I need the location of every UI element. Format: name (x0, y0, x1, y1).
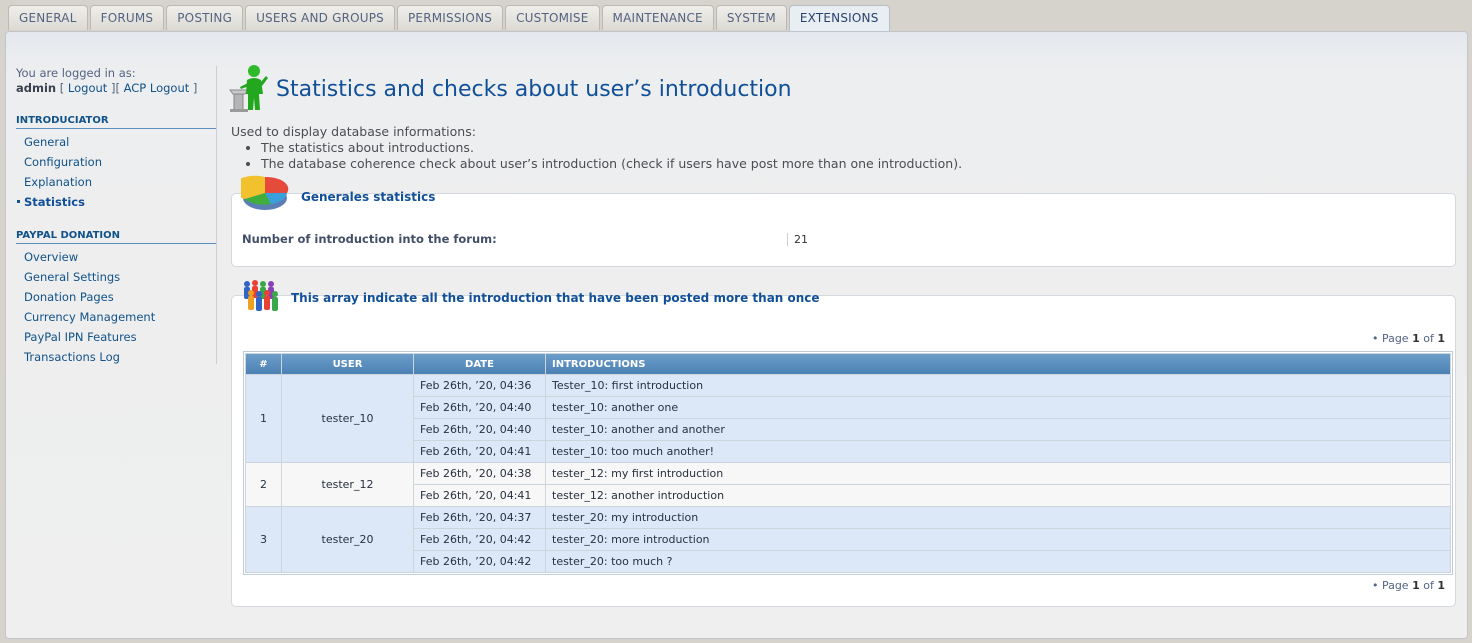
description-item: The statistics about introductions. (261, 140, 1456, 156)
intro-count-label: Number of introduction into the forum: (242, 232, 497, 246)
sidebar-item-overview[interactable]: Overview (16, 247, 216, 267)
tab-users-and-groups[interactable]: USERS AND GROUPS (245, 5, 395, 30)
sidebar-item-configuration[interactable]: Configuration (16, 152, 216, 172)
sidebar-item-explanation[interactable]: Explanation (16, 172, 216, 192)
row-intro: tester_10: too much another! (546, 441, 1450, 462)
menu-section-paypal-donation: PAYPAL DONATION (16, 228, 216, 244)
logout-link[interactable]: Logout (68, 81, 107, 95)
pagination-total: 1 (1437, 332, 1445, 345)
intro-count-value: 21 (787, 232, 808, 246)
table-row: Feb 26th, ’20, 04:42 tester_20: more int… (246, 529, 1450, 550)
intro-count-row: Number of introduction into the forum: 2… (242, 232, 808, 246)
sidebar-item-donation-pages[interactable]: Donation Pages (16, 287, 216, 307)
row-user: tester_10 (282, 375, 413, 462)
sidebar-item-general[interactable]: General (16, 132, 216, 152)
row-user: tester_12 (282, 463, 413, 506)
general-stats-title: Generales statistics (301, 189, 436, 204)
tab-posting[interactable]: POSTING (166, 5, 244, 30)
pie-chart-icon (232, 173, 291, 216)
users-group-icon (241, 278, 281, 317)
page-title: Statistics and checks about user’s intro… (276, 76, 792, 102)
tab-general[interactable]: GENERAL (8, 5, 88, 30)
pagination-bottom: • Page 1 of 1 (1372, 579, 1445, 592)
col-introductions: INTRODUCTIONS (546, 354, 1450, 374)
pagination-current: 1 (1412, 579, 1420, 592)
col-num: # (246, 354, 281, 374)
page-description: Used to display database informations: T… (231, 124, 1456, 172)
row-intro: tester_20: more introduction (546, 529, 1450, 550)
description-list: The statistics about introductions. The … (231, 140, 1456, 172)
row-intro: Tester_10: first introduction (546, 375, 1450, 396)
tab-maintenance[interactable]: MAINTENANCE (601, 5, 714, 30)
table-row: 2 tester_12 Feb 26th, ’20, 04:38 tester_… (246, 463, 1450, 506)
row-date: Feb 26th, ’20, 04:38 (414, 463, 545, 484)
row-num: 2 (246, 463, 281, 506)
row-intro: tester_12: another introduction (546, 485, 1450, 506)
tab-system[interactable]: SYSTEM (715, 5, 787, 30)
general-stats-legend: Generales statistics (232, 173, 436, 216)
table-row: 1 tester_10 Feb 26th, ’20, 04:36 Tester_… (246, 375, 1450, 462)
tab-permissions[interactable]: PERMISSIONS (397, 5, 504, 30)
pagination-of: of (1423, 579, 1434, 592)
acp-logout-link[interactable]: ACP Logout (124, 81, 190, 95)
row-user: tester_20 (282, 507, 413, 572)
row-intro: tester_12: my first introduction (546, 463, 1450, 484)
tab-extensions[interactable]: EXTENSIONS (788, 5, 890, 32)
sidebar-item-transactions-log[interactable]: Transactions Log (16, 347, 216, 367)
col-date: DATE (414, 354, 545, 374)
pagination-of: of (1423, 332, 1434, 345)
login-text: You are logged in as: (16, 66, 136, 80)
sidebar-divider (216, 66, 217, 364)
row-date: Feb 26th, ’20, 04:40 (414, 397, 545, 418)
sidebar-item-currency-management[interactable]: Currency Management (16, 307, 216, 327)
duplicates-legend: This array indicate all the introduction… (241, 278, 820, 317)
row-date: Feb 26th, ’20, 04:42 (414, 551, 545, 572)
row-num: 3 (246, 507, 281, 572)
row-date: Feb 26th, ’20, 04:36 (414, 375, 545, 396)
login-username: admin (16, 81, 57, 95)
row-intro: tester_10: another and another (546, 419, 1450, 440)
duplicates-table-wrap: # USER DATE INTRODUCTIONS 1 tester_10 Fe… (243, 351, 1453, 575)
duplicates-fieldset: • Page 1 of 1 # USER DATE INTRODUCTIONS (231, 295, 1456, 607)
table-row: Feb 26th, ’20, 04:42 tester_20: too much… (246, 551, 1450, 572)
table-header-row: # USER DATE INTRODUCTIONS (246, 354, 1450, 374)
row-num: 1 (246, 375, 281, 462)
row-date: Feb 26th, ’20, 04:40 (414, 419, 545, 440)
duplicates-title: This array indicate all the introduction… (291, 290, 820, 305)
pagination-prefix: • Page (1371, 332, 1409, 345)
sidebar-item-paypal-ipn-features[interactable]: PayPal IPN Features (16, 327, 216, 347)
pagination-top: • Page 1 of 1 (1372, 332, 1445, 345)
row-intro: tester_20: my introduction (546, 507, 1450, 528)
main-tabs: GENERAL FORUMS POSTING USERS AND GROUPS … (8, 5, 892, 32)
row-intro: tester_20: too much ? (546, 551, 1450, 572)
pagination-total: 1 (1437, 579, 1445, 592)
acp-panel: You are logged in as: admin [ Logout ][ … (5, 31, 1468, 639)
sidebar-item-general-settings[interactable]: General Settings (16, 267, 216, 287)
row-date: Feb 26th, ’20, 04:42 (414, 529, 545, 550)
description-item: The database coherence check about user’… (261, 156, 1456, 172)
table-row: Feb 26th, ’20, 04:40 tester_10: another … (246, 419, 1450, 440)
row-date: Feb 26th, ’20, 04:41 (414, 441, 545, 462)
main-content: Statistics and checks about user’s intro… (226, 64, 1456, 607)
tab-forums[interactable]: FORUMS (89, 5, 165, 30)
col-user: USER (282, 354, 413, 374)
login-info: You are logged in as: admin [ Logout ][ … (16, 66, 198, 95)
pagination-current: 1 (1412, 332, 1420, 345)
duplicates-table: # USER DATE INTRODUCTIONS 1 tester_10 Fe… (245, 353, 1451, 573)
tab-customise[interactable]: CUSTOMISE (505, 5, 600, 30)
description-intro: Used to display database informations: (231, 124, 476, 139)
table-row: Feb 26th, ’20, 04:41 tester_12: another … (246, 485, 1450, 506)
row-date: Feb 26th, ’20, 04:41 (414, 485, 545, 506)
speaker-icon (226, 64, 268, 115)
table-row: Feb 26th, ’20, 04:41 tester_10: too much… (246, 441, 1450, 462)
row-intro: tester_10: another one (546, 397, 1450, 418)
sidebar-item-statistics[interactable]: Statistics (16, 192, 216, 212)
row-date: Feb 26th, ’20, 04:37 (414, 507, 545, 528)
sidebar-menu: You are logged in as: admin [ Logout ][ … (16, 66, 216, 367)
table-row: Feb 26th, ’20, 04:40 tester_10: another … (246, 397, 1450, 418)
table-row: 3 tester_20 Feb 26th, ’20, 04:37 tester_… (246, 507, 1450, 572)
pagination-prefix: • Page (1371, 579, 1409, 592)
page-header: Statistics and checks about user’s intro… (226, 64, 1456, 115)
menu-section-introduciator: INTRODUCIATOR (16, 113, 216, 129)
